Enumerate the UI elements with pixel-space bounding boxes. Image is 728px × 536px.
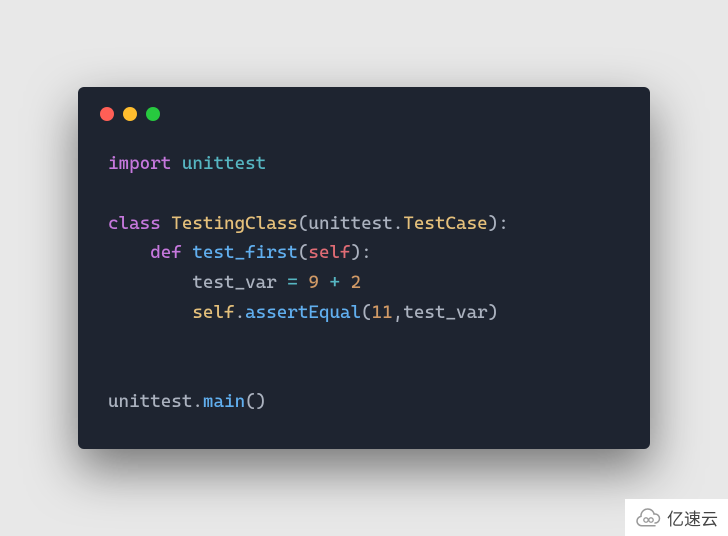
close-paren: ): [488, 302, 499, 323]
close-paren: ): [256, 391, 267, 412]
number-a: 9: [308, 272, 319, 293]
keyword-def: def: [150, 242, 182, 263]
arg-var: test_var: [403, 302, 487, 323]
arg-num: 11: [372, 302, 393, 323]
blank-line: [108, 183, 119, 204]
line-9: unittest.main(): [108, 391, 266, 412]
line-4: def test_first(self):: [108, 242, 372, 263]
line-3: class TestingClass(unittest.TestCase):: [108, 213, 509, 234]
watermark-text: 亿速云: [667, 505, 718, 530]
number-b: 2: [351, 272, 362, 293]
param-self: self: [308, 242, 350, 263]
indent: [108, 272, 192, 293]
comma: ,: [393, 302, 404, 323]
method-name: main: [203, 391, 245, 412]
function-name: test_first: [192, 242, 297, 263]
close-paren: ): [488, 213, 499, 234]
indent: [108, 302, 192, 323]
keyword-class: class: [108, 213, 161, 234]
code-area: import unittest class TestingClass(unitt…: [78, 131, 650, 416]
close-icon[interactable]: [100, 107, 114, 121]
code-window: import unittest class TestingClass(unitt…: [78, 87, 650, 448]
object: unittest: [108, 391, 192, 412]
assign-op: =: [287, 272, 298, 293]
line-6: self.assertEqual(11,test_var): [108, 302, 498, 323]
self: self: [192, 302, 234, 323]
minimize-icon[interactable]: [123, 107, 137, 121]
cloud-icon: [635, 508, 661, 528]
blank-line: [108, 361, 119, 382]
blank-line: [108, 332, 119, 353]
open-paren: (: [361, 302, 372, 323]
colon: :: [498, 213, 509, 234]
maximize-icon[interactable]: [146, 107, 160, 121]
open-paren: (: [245, 391, 256, 412]
variable: test_var: [192, 272, 276, 293]
dot: .: [393, 213, 404, 234]
indent: [108, 242, 150, 263]
dot: .: [192, 391, 203, 412]
open-paren: (: [298, 213, 309, 234]
line-1: import unittest: [108, 153, 266, 174]
close-paren: ): [351, 242, 362, 263]
class-name: TestingClass: [171, 213, 298, 234]
open-paren: (: [298, 242, 309, 263]
module-name: unittest: [182, 153, 266, 174]
keyword-import: import: [108, 153, 171, 174]
method-name: assertEqual: [245, 302, 361, 323]
window-titlebar: [78, 87, 650, 131]
dot: .: [235, 302, 246, 323]
colon: :: [361, 242, 372, 263]
watermark: 亿速云: [625, 499, 728, 536]
base-class: TestCase: [403, 213, 487, 234]
plus-op: +: [329, 272, 340, 293]
base-module: unittest: [308, 213, 392, 234]
line-5: test_var = 9 + 2: [108, 272, 361, 293]
